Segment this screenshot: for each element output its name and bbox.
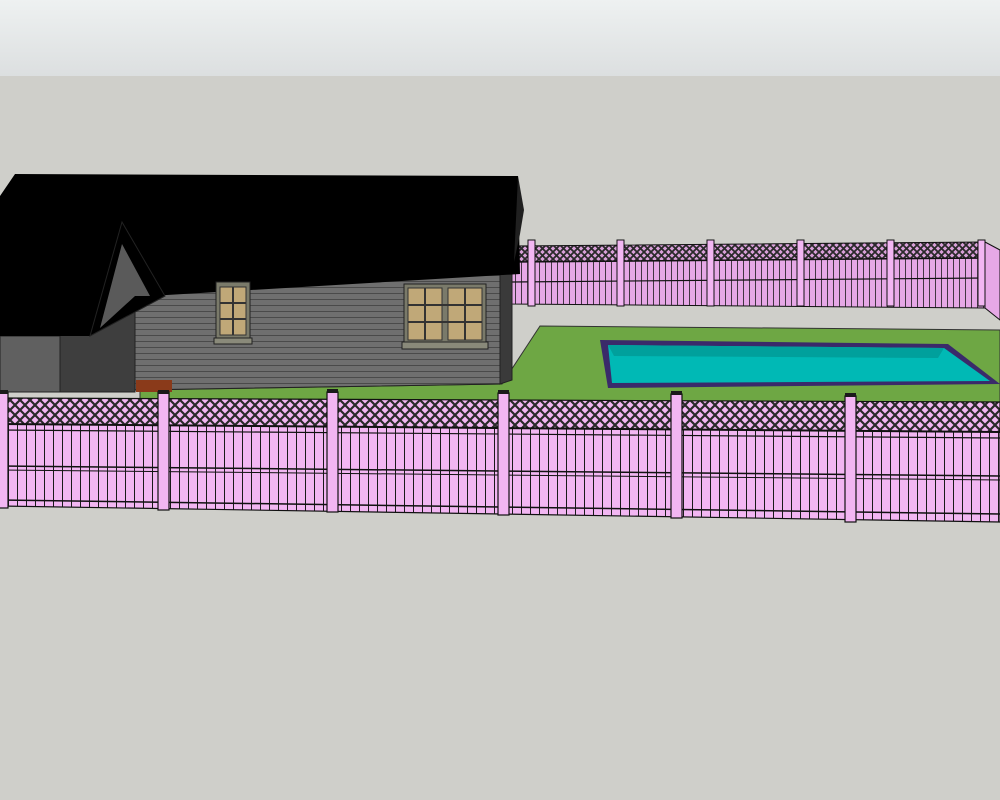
window-right-pair [401,283,489,350]
swimming-pool [600,340,1000,388]
window-left [213,281,253,345]
scene-canvas[interactable] [0,0,1000,800]
pool-house [0,174,524,393]
front-fence [0,389,1000,523]
model-viewport[interactable] [0,0,1000,800]
sky [0,0,1000,76]
